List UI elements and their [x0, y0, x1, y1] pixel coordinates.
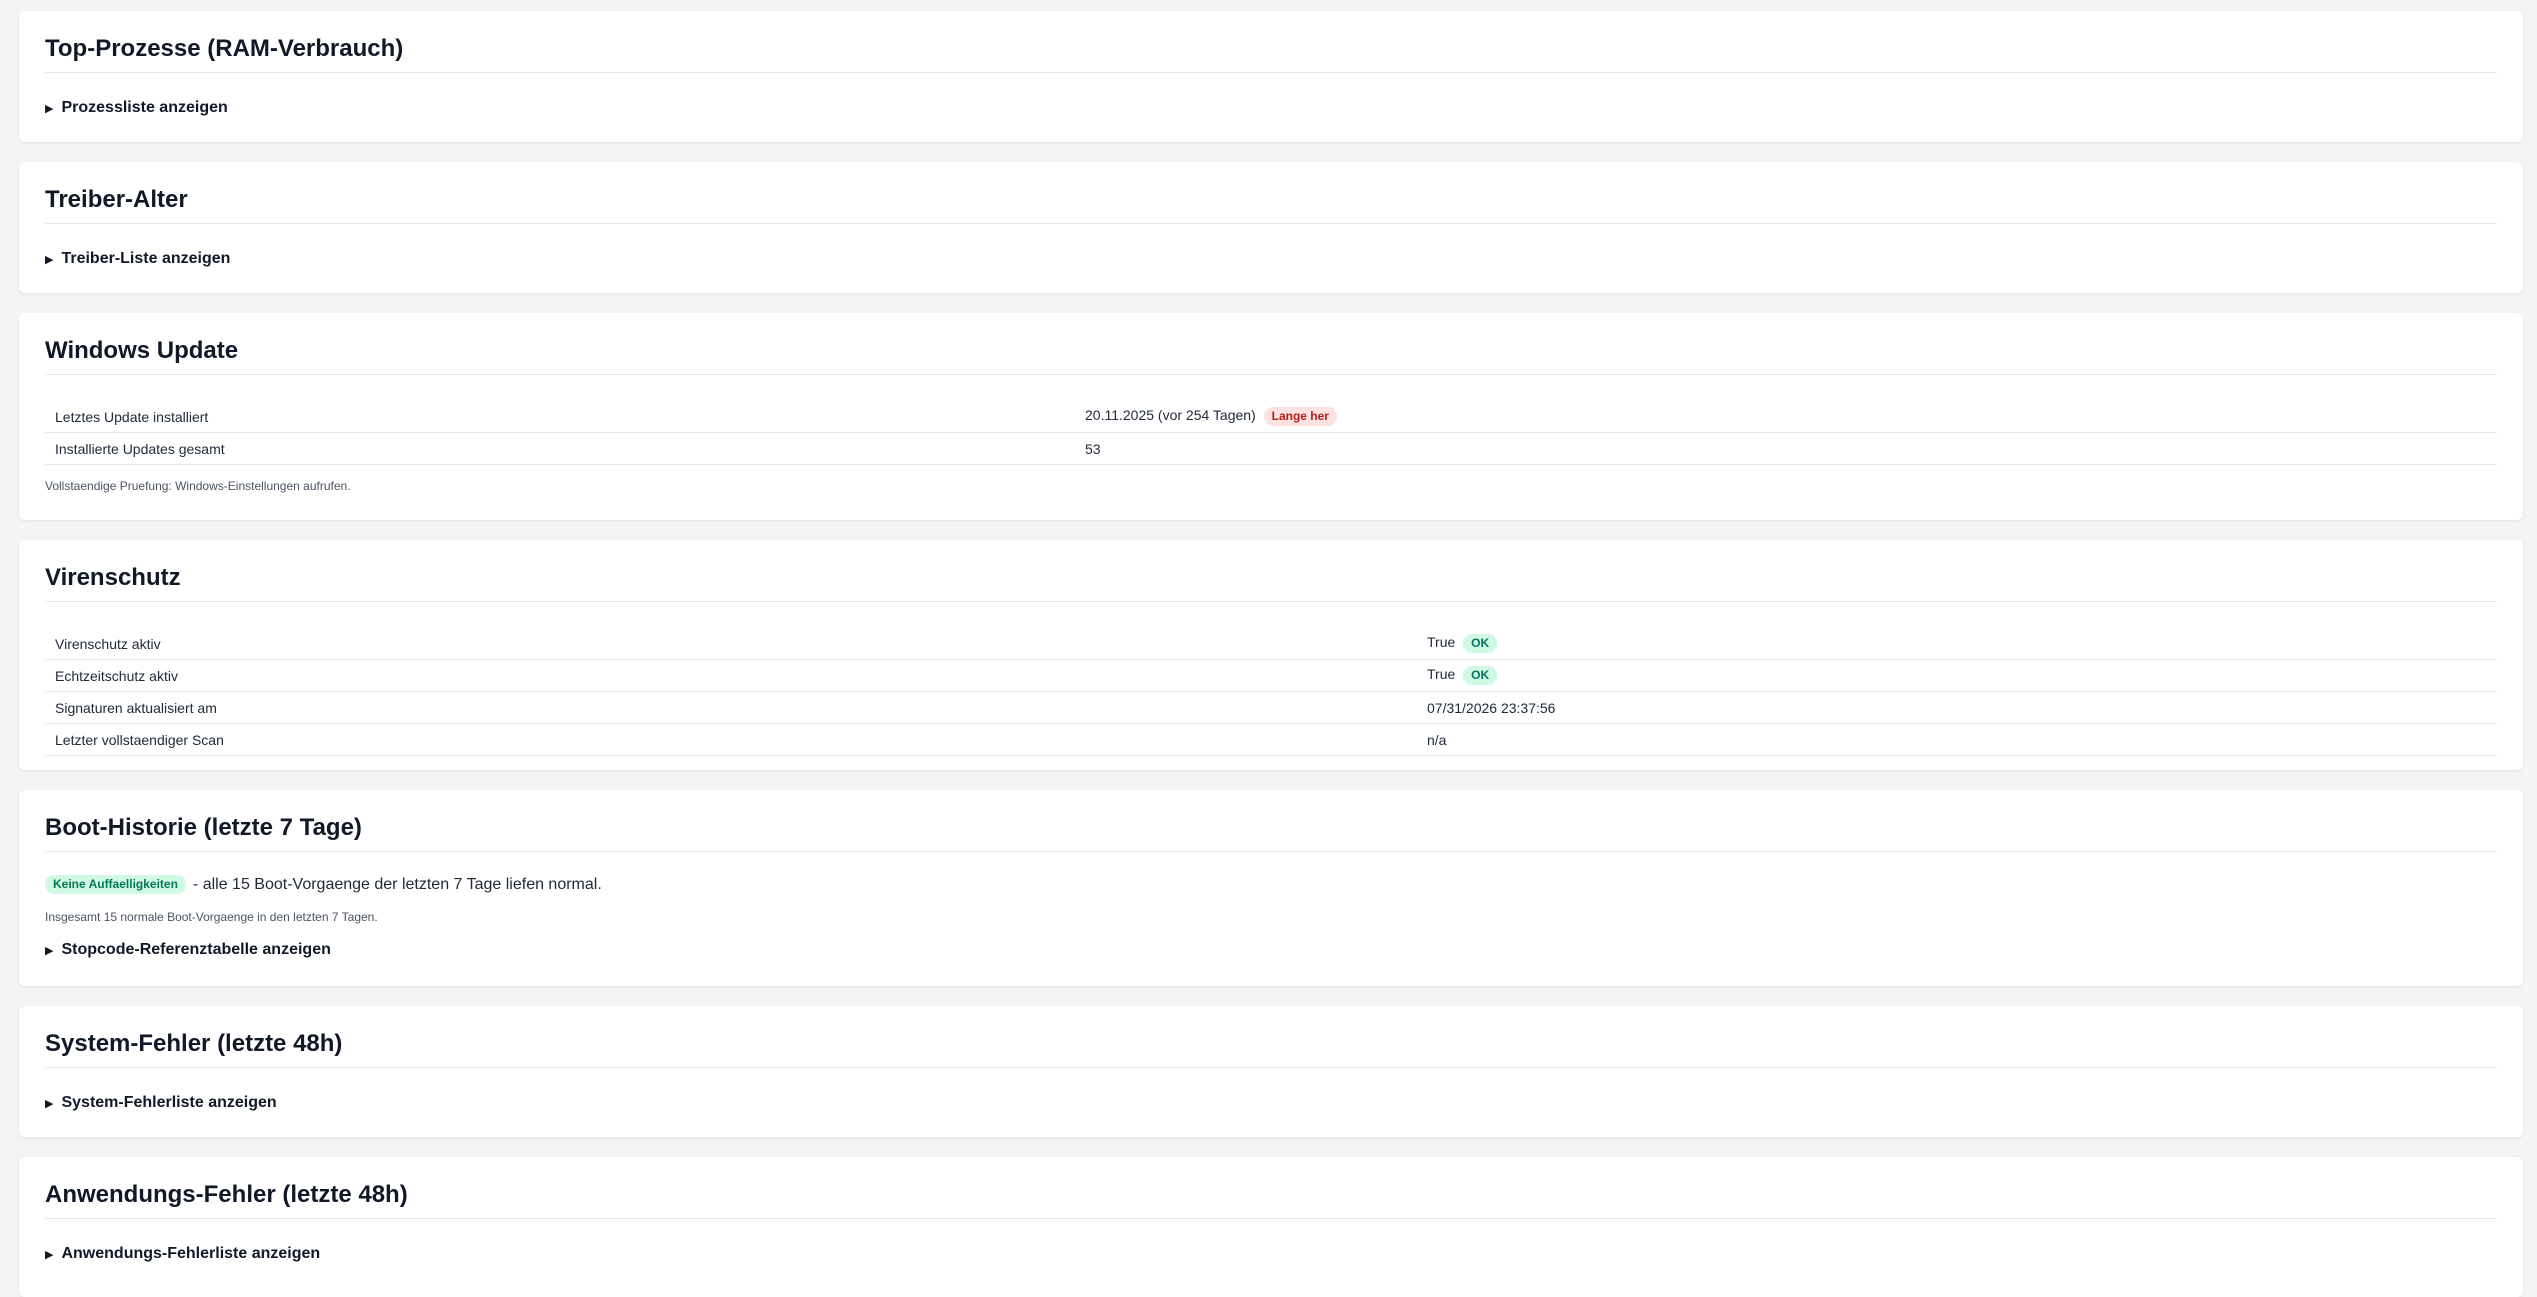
row-value: True: [1427, 634, 1456, 650]
toggle-label: Anwendungs-Fehlerliste anzeigen: [61, 1245, 321, 1262]
section-title: Virenschutz: [45, 564, 2497, 602]
row-value: True: [1427, 666, 1456, 682]
table-row: Signaturen aktualisiert am 07/31/2026 23…: [45, 691, 2497, 724]
toggle-label: Prozessliste anzeigen: [61, 99, 228, 116]
section-antivirus: Virenschutz Virenschutz aktiv True OK Ec…: [19, 540, 2523, 770]
triangle-right-icon: ▶: [45, 1097, 54, 1110]
toggle-label: System-Fehlerliste anzeigen: [61, 1094, 277, 1111]
section-windows-update: Windows Update Letztes Update installier…: [19, 313, 2523, 520]
row-label: Signaturen aktualisiert am: [45, 691, 1417, 724]
row-label: Installierte Updates gesamt: [45, 432, 1075, 465]
triangle-right-icon: ▶: [45, 253, 54, 266]
windows-update-table: Letztes Update installiert 20.11.2025 (v…: [45, 401, 2497, 465]
system-error-list-toggle[interactable]: ▶ System-Fehlerliste anzeigen: [45, 1094, 2497, 1112]
section-system-errors: System-Fehler (letzte 48h) ▶ System-Fehl…: [19, 1006, 2523, 1137]
row-label: Virenschutz aktiv: [45, 628, 1417, 660]
section-top-processes: Top-Prozesse (RAM-Verbrauch) ▶ Prozessli…: [19, 11, 2523, 142]
application-error-list-toggle[interactable]: ▶ Anwendungs-Fehlerliste anzeigen: [45, 1245, 2497, 1263]
table-row: Installierte Updates gesamt 53: [45, 432, 2497, 465]
table-row: Letzter vollstaendiger Scan n/a: [45, 723, 2497, 756]
section-driver-age: Treiber-Alter ▶ Treiber-Liste anzeigen: [19, 162, 2523, 293]
row-value: 07/31/2026 23:37:56: [1417, 691, 2497, 724]
table-row: Virenschutz aktiv True OK: [45, 628, 2497, 660]
section-title: System-Fehler (letzte 48h): [45, 1030, 2497, 1068]
table-row: Letztes Update installiert 20.11.2025 (v…: [45, 401, 2497, 433]
row-value-cell: True OK: [1417, 659, 2497, 692]
boot-summary: Keine Auffaelligkeiten - alle 15 Boot-Vo…: [45, 875, 2497, 894]
toggle-label: Stopcode-Referenztabelle anzeigen: [61, 941, 331, 958]
status-badge: OK: [1463, 634, 1498, 653]
section-title: Anwendungs-Fehler (letzte 48h): [45, 1181, 2497, 1219]
table-row: Echtzeitschutz aktiv True OK: [45, 659, 2497, 692]
stopcode-table-toggle[interactable]: ▶ Stopcode-Referenztabelle anzeigen: [45, 941, 2497, 959]
row-value: 53: [1075, 432, 2497, 465]
status-badge: Keine Auffaelligkeiten: [45, 875, 186, 894]
status-badge: OK: [1463, 666, 1498, 685]
triangle-right-icon: ▶: [45, 102, 54, 115]
windows-update-note: Vollstaendige Pruefung: Windows-Einstell…: [45, 479, 351, 493]
row-value: n/a: [1417, 723, 2497, 756]
section-title: Treiber-Alter: [45, 186, 2497, 224]
process-list-toggle[interactable]: ▶ Prozessliste anzeigen: [45, 99, 2497, 117]
section-title: Top-Prozesse (RAM-Verbrauch): [45, 35, 2497, 73]
triangle-right-icon: ▶: [45, 944, 54, 957]
driver-list-toggle[interactable]: ▶ Treiber-Liste anzeigen: [45, 250, 2497, 268]
row-label: Echtzeitschutz aktiv: [45, 659, 1417, 692]
antivirus-table: Virenschutz aktiv True OK Echtzeitschutz…: [45, 628, 2497, 756]
section-boot-history: Boot-Historie (letzte 7 Tage) Keine Auff…: [19, 790, 2523, 986]
row-value-cell: True OK: [1417, 628, 2497, 660]
section-application-errors: Anwendungs-Fehler (letzte 48h) ▶ Anwendu…: [19, 1157, 2523, 1297]
boot-note: Insgesamt 15 normale Boot-Vorgaenge in d…: [45, 910, 378, 924]
toggle-label: Treiber-Liste anzeigen: [61, 250, 231, 267]
section-title: Windows Update: [45, 337, 2497, 375]
status-badge: Lange her: [1263, 407, 1337, 426]
boot-summary-text: - alle 15 Boot-Vorgaenge der letzten 7 T…: [192, 875, 602, 893]
row-value-cell: 20.11.2025 (vor 254 Tagen) Lange her: [1075, 401, 2497, 433]
triangle-right-icon: ▶: [45, 1248, 54, 1261]
report-page: Top-Prozesse (RAM-Verbrauch) ▶ Prozessli…: [0, 0, 2537, 1297]
row-value: 20.11.2025 (vor 254 Tagen): [1085, 407, 1256, 423]
section-title: Boot-Historie (letzte 7 Tage): [45, 814, 2497, 852]
row-label: Letzter vollstaendiger Scan: [45, 723, 1417, 756]
row-label: Letztes Update installiert: [45, 401, 1075, 433]
